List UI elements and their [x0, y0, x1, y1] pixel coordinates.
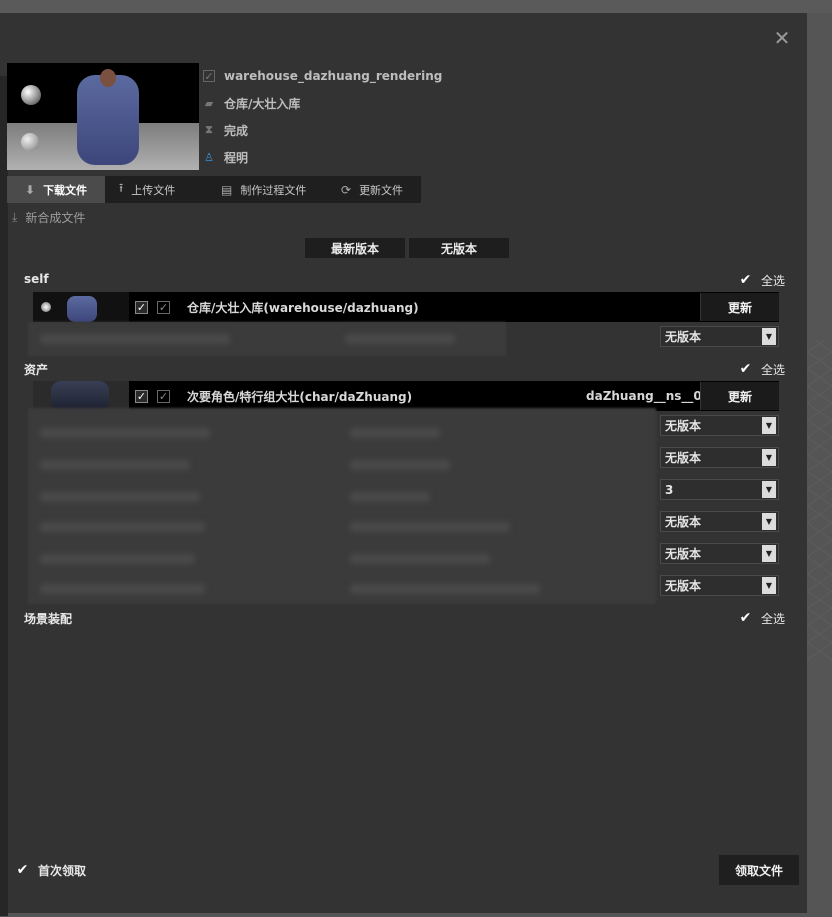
asset-path-row: ▰ 仓库/大壮入库: [203, 94, 301, 112]
item-secondary-checkbox[interactable]: ✓: [157, 300, 170, 314]
update-button[interactable]: 更新: [700, 382, 779, 410]
viewport-grid: [807, 340, 832, 660]
close-icon[interactable]: ✕: [773, 28, 791, 48]
select-all-scene[interactable]: ✔ 全选: [739, 610, 785, 627]
version-select[interactable]: 无版本 ▼: [660, 543, 779, 564]
version-select[interactable]: 无版本 ▼: [660, 447, 779, 468]
asset-status: 完成: [224, 123, 249, 138]
checkmark-icon: ✔: [16, 862, 29, 878]
asset-name-row: ✓ warehouse_dazhuang_rendering: [203, 67, 442, 85]
latest-version-button[interactable]: 最新版本: [305, 238, 405, 258]
first-get-checkbox[interactable]: ✔ 首次领取: [16, 862, 86, 879]
chevron-down-icon: ▼: [762, 328, 776, 345]
item-namespace: daZhuang__ns__00: [586, 389, 711, 403]
chevron-down-icon: ▼: [762, 449, 776, 466]
checkbox-icon: ✓: [203, 69, 215, 83]
chrome-sphere: [21, 85, 41, 105]
tab-download[interactable]: ⬇ 下载文件: [7, 176, 105, 203]
chevron-down-icon: ▼: [762, 513, 776, 530]
file-tabs: ⬇ 下载文件 ⭱ 上传文件 ▤ 制作过程文件 ⟳ 更新文件: [7, 176, 421, 203]
download-icon: ⤓: [12, 209, 18, 224]
asset-preview-image: [7, 63, 199, 170]
chevron-down-icon: ▼: [762, 417, 776, 434]
chevron-down-icon: ▼: [762, 577, 776, 594]
get-files-button[interactable]: 领取文件: [719, 855, 799, 885]
section-self-title: self: [24, 272, 49, 286]
item-checkbox[interactable]: ✓: [135, 300, 148, 314]
item-checkbox[interactable]: ✓: [135, 389, 148, 403]
section-scene-title: 场景装配: [24, 612, 73, 626]
tab-process-files[interactable]: ▤ 制作过程文件: [207, 176, 327, 203]
tab-upload[interactable]: ⭱ 上传文件: [105, 176, 207, 203]
background-panel: [0, 0, 832, 13]
update-button[interactable]: 更新: [700, 293, 779, 321]
tab-update-files[interactable]: ⟳ 更新文件: [327, 176, 421, 203]
character-figure: [77, 75, 139, 165]
item-thumbnail: [33, 292, 129, 322]
item-path: 次要角色/特行组大壮(char/daZhuang): [187, 389, 413, 404]
item-path: 仓库/大壮入库(warehouse/dazhuang): [187, 300, 419, 315]
hourglass-icon: ⧗: [205, 123, 213, 136]
version-select[interactable]: 3 ▼: [660, 479, 779, 500]
asset-item-row: ✓ ✓ 次要角色/特行组大壮(char/daZhuang) daZhuang__…: [33, 381, 779, 411]
chevron-down-icon: ▼: [762, 481, 776, 498]
asset-name: warehouse_dazhuang_rendering: [224, 69, 443, 83]
asset-user: 程明: [224, 150, 249, 165]
file-icon: ▤: [221, 182, 233, 197]
checkmark-icon: ✔: [739, 361, 752, 377]
grey-sphere: [21, 133, 39, 151]
version-select[interactable]: 无版本 ▼: [660, 511, 779, 532]
checkmark-icon: ✔: [739, 272, 752, 288]
version-select[interactable]: 无版本 ▼: [660, 575, 779, 596]
no-version-button[interactable]: 无版本: [409, 238, 509, 258]
version-select[interactable]: 无版本 ▼: [660, 415, 779, 436]
self-item-row: ✓ ✓ 仓库/大壮入库(warehouse/dazhuang) 更新: [33, 292, 779, 322]
version-select[interactable]: 无版本 ▼: [660, 326, 779, 347]
asset-user-row: ♙ 程明: [203, 148, 248, 166]
section-assets-title: 资产: [24, 363, 49, 377]
select-all-assets[interactable]: ✔ 全选: [739, 361, 785, 378]
item-secondary-checkbox[interactable]: ✓: [157, 389, 170, 403]
asset-path: 仓库/大壮入库: [224, 96, 301, 111]
chevron-down-icon: ▼: [762, 545, 776, 562]
item-thumbnail: [33, 381, 129, 411]
checkmark-icon: ✔: [739, 610, 752, 626]
refresh-icon: ⟳: [341, 182, 352, 197]
user-icon: ♙: [204, 150, 214, 164]
select-all-self[interactable]: ✔ 全选: [739, 272, 785, 289]
clapboard-icon: ▰: [204, 96, 214, 110]
asset-status-row: ⧗ 完成: [203, 121, 248, 139]
download-icon: ⬇: [25, 182, 36, 197]
upload-icon: ⭱: [119, 181, 124, 195]
new-composite-file[interactable]: ⤓ 新合成文件: [12, 208, 85, 226]
